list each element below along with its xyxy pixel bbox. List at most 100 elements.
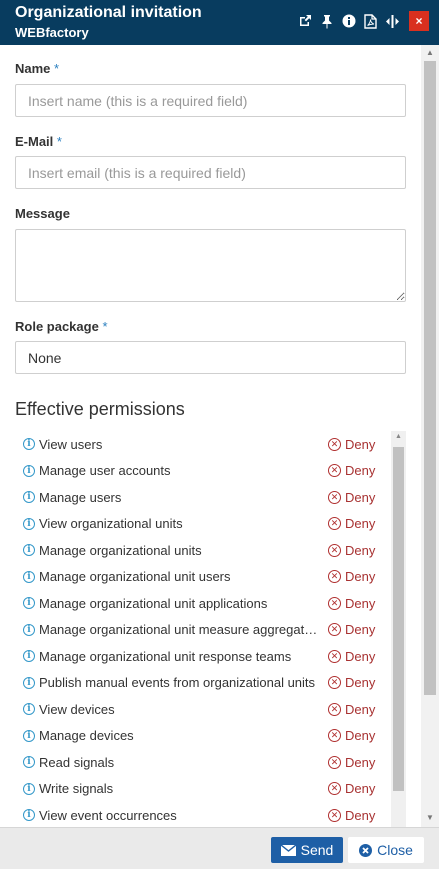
permission-name: View organizational units [39, 516, 183, 531]
permission-status: ✕ Deny [328, 649, 375, 664]
permissions-scrollbar-thumb[interactable] [393, 447, 404, 791]
scroll-up-icon[interactable]: ▲ [425, 48, 435, 57]
resize-icon[interactable] [384, 13, 401, 30]
deny-icon: ✕ [328, 729, 341, 742]
message-field[interactable] [15, 229, 406, 302]
message-label: Message [15, 206, 70, 221]
info-icon[interactable]: i [23, 623, 35, 636]
info-icon[interactable]: i [23, 597, 35, 609]
deny-label: Deny [345, 595, 376, 611]
external-link-icon[interactable] [296, 13, 313, 30]
permission-status: ✕ Deny [328, 437, 375, 452]
info-icon[interactable] [340, 13, 357, 30]
permissions-title: Effective permissions [15, 399, 185, 419]
deny-label: Deny [345, 807, 376, 823]
deny-label: Deny [345, 648, 376, 664]
permission-status: ✕ Deny [328, 463, 375, 478]
deny-icon: ✕ [328, 464, 341, 477]
required-mark: * [54, 61, 60, 76]
permission-status: ✕ Deny [328, 755, 375, 770]
close-label: Close [377, 842, 413, 858]
dialog-scrollbar-thumb[interactable] [424, 61, 436, 695]
dialog-scrollbar[interactable]: ▲ ▼ [421, 45, 439, 827]
permissions-scrollbar[interactable]: ▲ [391, 431, 406, 827]
deny-icon: ✕ [328, 649, 341, 663]
deny-icon: ✕ [328, 543, 341, 557]
deny-icon: ✕ [328, 702, 341, 716]
permission-row: i Manage devices ✕ Deny [15, 723, 390, 749]
info-icon[interactable]: i [23, 703, 35, 715]
deny-icon: ✕ [328, 782, 341, 795]
permission-status: ✕ Deny [328, 702, 375, 717]
close-button[interactable]: Close [348, 837, 424, 863]
permission-status: ✕ Deny [328, 781, 375, 796]
scroll-down-icon[interactable]: ▼ [425, 813, 435, 822]
email-label: E-Mail * [15, 134, 62, 149]
name-field[interactable] [15, 84, 406, 117]
permission-row: i View event occurrences ✕ Deny [15, 802, 390, 827]
role-package-select[interactable]: None [15, 341, 406, 374]
deny-icon: ✕ [328, 596, 341, 610]
info-icon[interactable]: i [23, 650, 35, 662]
deny-label: Deny [345, 675, 376, 690]
info-icon[interactable]: i [23, 517, 35, 530]
deny-label: Deny [345, 436, 376, 452]
permission-status: ✕ Deny [328, 622, 375, 637]
permission-name: View devices [39, 701, 115, 717]
permission-name: Manage devices [39, 728, 134, 743]
permission-name: View event occurrences [39, 807, 177, 823]
permission-row: i Publish manual events from organization… [15, 670, 390, 696]
role-package-label: Role package * [15, 319, 108, 334]
permission-row: i View organizational units ✕ Deny [15, 511, 390, 537]
permission-status: ✕ Deny [328, 490, 375, 505]
permission-row: i Read signals ✕ Deny [15, 749, 390, 775]
permission-status: ✕ Deny [328, 808, 375, 823]
permission-row: i Manage user accounts ✕ Deny [15, 458, 390, 484]
info-icon[interactable]: i [23, 729, 35, 742]
permission-name: Write signals [39, 781, 114, 796]
info-icon[interactable]: i [23, 544, 35, 556]
permission-status: ✕ Deny [328, 569, 375, 584]
permission-row: i View devices ✕ Deny [15, 696, 390, 722]
info-icon[interactable]: i [23, 676, 35, 689]
close-icon[interactable]: × [409, 11, 429, 31]
deny-label: Deny [345, 516, 376, 531]
info-icon[interactable]: i [23, 438, 35, 450]
permission-status: ✕ Deny [328, 596, 375, 611]
permission-name: Manage user accounts [39, 463, 171, 478]
permission-row: i Manage organizational unit users ✕ Deny [15, 564, 390, 590]
permission-status: ✕ Deny [328, 675, 375, 690]
info-icon[interactable]: i [23, 782, 35, 795]
permission-row: i Manage users ✕ Deny [15, 484, 390, 510]
send-label: Send [300, 842, 334, 858]
permission-name: Manage organizational unit users [39, 569, 231, 584]
permission-row: i Manage organizational unit measure aggr… [15, 617, 390, 643]
permissions-list: i View users ✕ Deny i Manage user accounts ✕ De… [15, 431, 406, 827]
dialog-subtitle: WEBfactory [15, 25, 89, 40]
deny-label: Deny [345, 622, 376, 637]
info-icon[interactable]: i [23, 756, 35, 768]
send-button[interactable]: Send [271, 837, 343, 863]
permission-status: ✕ Deny [328, 543, 375, 558]
pdf-icon[interactable] [362, 13, 379, 30]
name-label: Name * [15, 61, 60, 76]
deny-label: Deny [345, 728, 376, 743]
permission-name: Publish manual events from organizationa… [39, 675, 316, 690]
permission-name: Manage organizational unit response team… [39, 648, 292, 664]
permission-name: Manage users [39, 489, 122, 505]
info-icon[interactable]: i [23, 464, 35, 477]
deny-icon: ✕ [328, 808, 341, 822]
permission-status: ✕ Deny [328, 516, 375, 531]
deny-icon: ✕ [328, 676, 341, 689]
info-icon[interactable]: i [23, 491, 35, 503]
email-field[interactable] [15, 156, 406, 189]
dialog-header: Organizational invitation WEBfactory × [0, 0, 439, 45]
info-icon[interactable]: i [23, 809, 35, 821]
scroll-up-icon[interactable]: ▲ [394, 433, 403, 440]
deny-label: Deny [345, 542, 376, 558]
required-mark: * [56, 134, 62, 149]
deny-icon: ✕ [328, 490, 341, 504]
pin-icon[interactable] [318, 13, 335, 30]
info-icon[interactable]: i [23, 570, 35, 583]
permission-row: i Manage organizational units ✕ Deny [15, 537, 390, 563]
